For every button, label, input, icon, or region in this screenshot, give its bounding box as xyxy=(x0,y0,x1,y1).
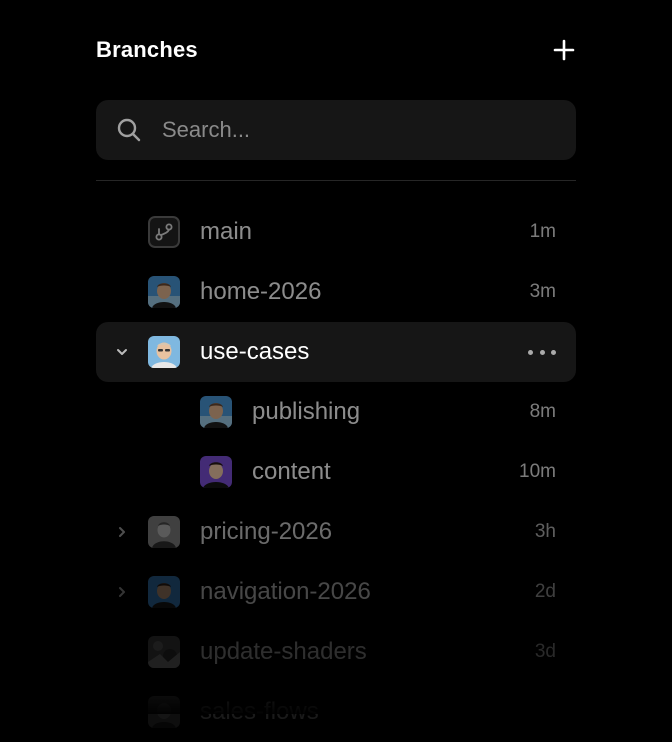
branch-name: update-shaders xyxy=(200,638,367,665)
branch-row-content[interactable]: content 10m xyxy=(96,442,576,502)
user-avatar xyxy=(200,456,232,488)
chevron-right-icon[interactable] xyxy=(114,584,130,600)
search-input[interactable] xyxy=(160,116,544,144)
branch-name: use-cases xyxy=(200,338,310,365)
dot-icon xyxy=(539,349,545,355)
branch-time: 3d xyxy=(534,641,556,662)
user-avatar xyxy=(148,516,180,548)
user-avatar xyxy=(148,636,180,668)
branch-name: home-2026 xyxy=(200,278,322,305)
user-avatar xyxy=(148,336,180,368)
branch-name: content xyxy=(252,458,331,485)
branch-name: main xyxy=(200,218,253,245)
branch-row-use-cases[interactable]: use-cases xyxy=(96,322,576,382)
branch-row-pricing-2026[interactable]: pricing-2026 3h xyxy=(96,502,576,562)
branch-name: navigation-2026 xyxy=(200,578,371,605)
search-icon xyxy=(117,118,141,142)
user-avatar xyxy=(148,696,180,728)
add-branch-button[interactable] xyxy=(550,36,578,64)
panel-title: Branches xyxy=(96,37,198,62)
divider xyxy=(96,180,576,181)
branch-name: publishing xyxy=(252,398,361,425)
dot-icon xyxy=(528,349,533,355)
branch-row-main[interactable]: main 1m xyxy=(96,202,576,262)
user-avatar xyxy=(148,576,180,608)
branch-time: 10m xyxy=(519,461,556,482)
panel-header: Branches xyxy=(96,30,576,70)
branch-row-publishing[interactable]: publishing 8m xyxy=(96,382,576,442)
branch-icon xyxy=(148,216,180,248)
more-options-button[interactable] xyxy=(528,346,556,358)
branch-time: 2d xyxy=(534,581,556,602)
branch-time: 1m xyxy=(529,221,556,242)
branch-time: 3h xyxy=(534,521,556,542)
branch-name: pricing-2026 xyxy=(200,518,333,545)
branch-list: main 1m home-2026 3m use-cases publishin… xyxy=(96,202,576,742)
chevron-right-icon[interactable] xyxy=(114,524,130,540)
plus-icon xyxy=(553,39,575,61)
search-bar[interactable] xyxy=(96,100,576,160)
chevron-down-icon[interactable] xyxy=(114,344,130,360)
branch-time: 3m xyxy=(529,281,556,302)
branches-panel: Branches main 1m xyxy=(96,0,576,728)
branch-time: 8m xyxy=(529,401,556,422)
branch-row-sales-flows[interactable]: sales-flows xyxy=(96,682,576,742)
user-avatar xyxy=(148,276,180,308)
dot-icon xyxy=(551,349,556,355)
branch-name: sales-flows xyxy=(200,698,319,725)
branch-row-navigation-2026[interactable]: navigation-2026 2d xyxy=(96,562,576,622)
user-avatar xyxy=(200,396,232,428)
branch-row-home-2026[interactable]: home-2026 3m xyxy=(96,262,576,322)
branch-row-update-shaders[interactable]: update-shaders 3d xyxy=(96,622,576,682)
